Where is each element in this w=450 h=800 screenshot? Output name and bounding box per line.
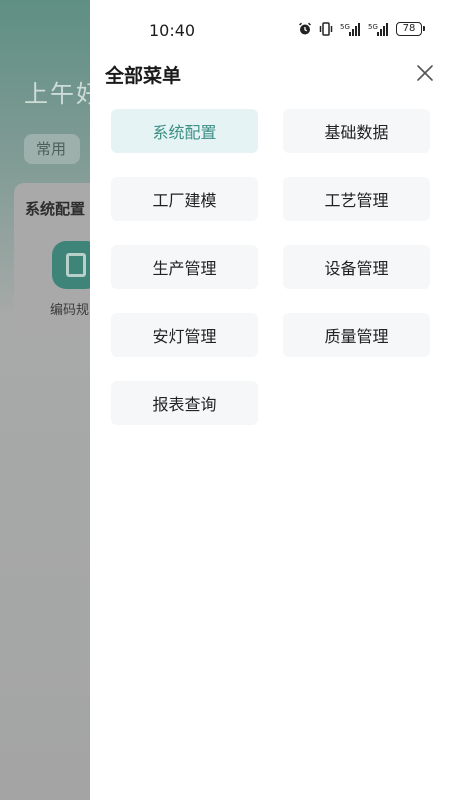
common-chip: 常用 xyxy=(24,134,80,164)
screen: 上午好 常用 系统配置 编码规 10:40 5G 5G 78 全部菜单 系统配置… xyxy=(0,0,450,800)
status-time: 10:40 xyxy=(149,21,196,40)
menu-item-production-management[interactable]: 生产管理 xyxy=(111,245,258,289)
signal-5g-icon: 5G xyxy=(340,23,360,36)
menu-item-factory-modeling[interactable]: 工厂建模 xyxy=(111,177,258,221)
close-button[interactable] xyxy=(414,62,436,84)
vibrate-icon xyxy=(319,22,333,36)
menu-item-process-management[interactable]: 工艺管理 xyxy=(283,177,430,221)
signal-5g-label: 5G xyxy=(368,23,378,31)
card-title: 系统配置 xyxy=(25,200,86,218)
menu-item-report-query[interactable]: 报表查询 xyxy=(111,381,258,425)
menu-item-basic-data[interactable]: 基础数据 xyxy=(283,109,430,153)
drawer-title: 全部菜单 xyxy=(105,65,182,87)
menu-item-quality-management[interactable]: 质量管理 xyxy=(283,313,430,357)
menu-item-equipment-management[interactable]: 设备管理 xyxy=(283,245,430,289)
signal-5g-label: 5G xyxy=(340,23,350,31)
status-bar: 10:40 5G 5G 78 xyxy=(90,0,450,60)
menu-item-system-config[interactable]: 系统配置 xyxy=(111,109,258,153)
alarm-icon xyxy=(298,22,312,35)
close-icon xyxy=(417,65,433,81)
battery-icon: 78 xyxy=(396,22,425,36)
signal-5g-icon: 5G xyxy=(368,23,388,36)
menu-grid: 系统配置 基础数据 工厂建模 工艺管理 生产管理 设备管理 安灯管理 质量管理 … xyxy=(111,109,431,425)
status-icons: 5G 5G 78 xyxy=(298,22,425,36)
menu-item-andon-management[interactable]: 安灯管理 xyxy=(111,313,258,357)
card-item-label: 编码规 xyxy=(50,303,90,318)
menu-drawer: 10:40 5G 5G 78 全部菜单 系统配置 基础数据 工厂建模 工艺管理 … xyxy=(90,0,450,800)
